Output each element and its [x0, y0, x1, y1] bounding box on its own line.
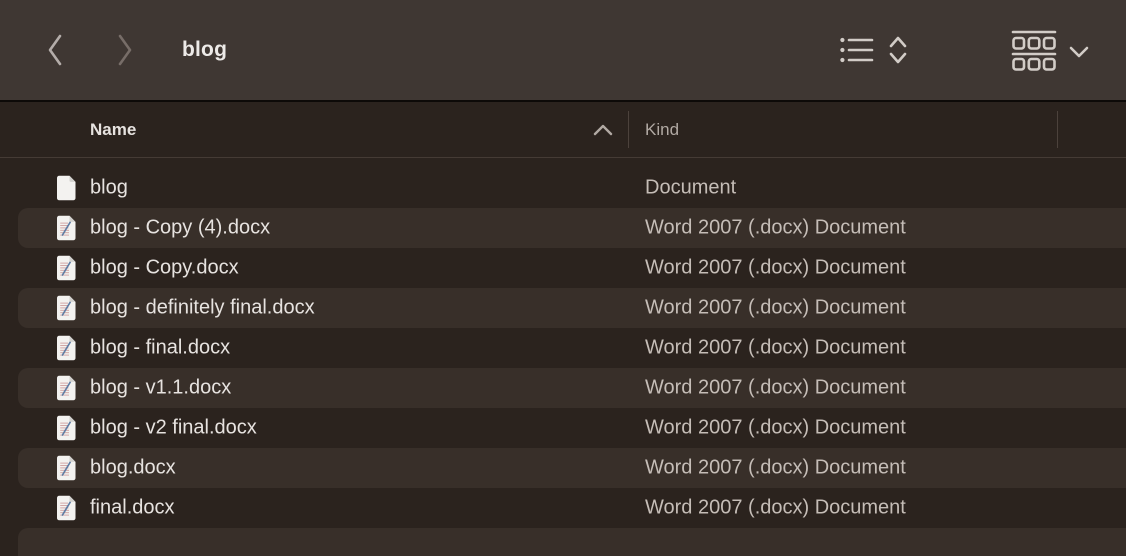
ruled-document-icon: [54, 295, 79, 322]
ruled-document-icon: [54, 375, 79, 402]
column-header-kind[interactable]: Kind: [645, 120, 679, 140]
ruled-document-icon: [54, 335, 79, 362]
row-stripe: [18, 488, 1126, 528]
finder-window: blog: [0, 0, 1126, 556]
file-kind: Word 2007 (.docx) Document: [645, 417, 906, 440]
file-row[interactable]: blog.docx Word 2007 (.docx) Document: [0, 448, 1126, 488]
file-name: blog - Copy (4).docx: [90, 217, 270, 240]
file-list: blog Document blog - Copy (4).docx Word …: [0, 158, 1126, 556]
file-row[interactable]: blog - v2 final.docx Word 2007 (.docx) D…: [0, 408, 1126, 448]
list-view-icon: [839, 35, 875, 65]
file-name: blog.docx: [90, 457, 176, 480]
file-kind: Word 2007 (.docx) Document: [645, 457, 906, 480]
group-by-control[interactable]: [1011, 29, 1090, 71]
file-kind: Word 2007 (.docx) Document: [645, 297, 906, 320]
ruled-document-icon: [54, 215, 79, 242]
group-grid-icon: [1011, 29, 1057, 71]
empty-row: [0, 528, 1126, 556]
file-name: blog - v2 final.docx: [90, 417, 257, 440]
file-kind: Word 2007 (.docx) Document: [645, 377, 906, 400]
row-stripe: [18, 168, 1126, 208]
ruled-document-icon: [54, 415, 79, 442]
ruled-document-icon: [54, 455, 79, 482]
blank-document-icon: [54, 175, 79, 202]
blank-document-icon: [54, 175, 79, 202]
file-kind: Word 2007 (.docx) Document: [645, 497, 906, 520]
file-kind: Word 2007 (.docx) Document: [645, 257, 906, 280]
ruled-document-icon: [54, 255, 79, 282]
chevron-down-icon: [1068, 45, 1090, 59]
file-name: blog - final.docx: [90, 337, 230, 360]
file-kind: Word 2007 (.docx) Document: [645, 217, 906, 240]
window-title: blog: [182, 38, 227, 62]
back-button[interactable]: [40, 30, 70, 70]
file-row[interactable]: blog - definitely final.docx Word 2007 (…: [0, 288, 1126, 328]
view-mode-control[interactable]: [839, 34, 909, 66]
forward-button[interactable]: [110, 30, 140, 70]
row-stripe: [18, 448, 1126, 488]
file-row[interactable]: blog - v1.1.docx Word 2007 (.docx) Docum…: [0, 368, 1126, 408]
file-row[interactable]: blog - Copy.docx Word 2007 (.docx) Docum…: [0, 248, 1126, 288]
chevron-left-icon: [44, 32, 66, 68]
row-stripe: [18, 528, 1126, 556]
column-divider[interactable]: [628, 111, 629, 148]
ruled-document-icon: [54, 495, 79, 522]
file-name: blog - definitely final.docx: [90, 297, 315, 320]
ruled-document-icon: [54, 415, 79, 442]
chevrons-up-down-icon: [887, 34, 909, 66]
file-kind: Document: [645, 177, 736, 200]
column-header-row: Name Kind: [0, 102, 1126, 158]
file-name: blog - v1.1.docx: [90, 377, 231, 400]
chevron-right-icon: [114, 32, 136, 68]
sort-ascending-icon[interactable]: [592, 123, 614, 137]
ruled-document-icon: [54, 295, 79, 322]
toolbar: blog: [0, 0, 1126, 100]
ruled-document-icon: [54, 215, 79, 242]
ruled-document-icon: [54, 455, 79, 482]
file-row[interactable]: blog - final.docx Word 2007 (.docx) Docu…: [0, 328, 1126, 368]
file-name: blog - Copy.docx: [90, 257, 239, 280]
file-kind: Word 2007 (.docx) Document: [645, 337, 906, 360]
file-row[interactable]: blog - Copy (4).docx Word 2007 (.docx) D…: [0, 208, 1126, 248]
column-divider[interactable]: [1057, 111, 1058, 148]
ruled-document-icon: [54, 495, 79, 522]
ruled-document-icon: [54, 255, 79, 282]
ruled-document-icon: [54, 375, 79, 402]
file-name: final.docx: [90, 497, 175, 520]
file-row[interactable]: final.docx Word 2007 (.docx) Document: [0, 488, 1126, 528]
ruled-document-icon: [54, 335, 79, 362]
file-row[interactable]: blog Document: [0, 168, 1126, 208]
file-name: blog: [90, 177, 128, 200]
column-header-name[interactable]: Name: [90, 120, 136, 140]
